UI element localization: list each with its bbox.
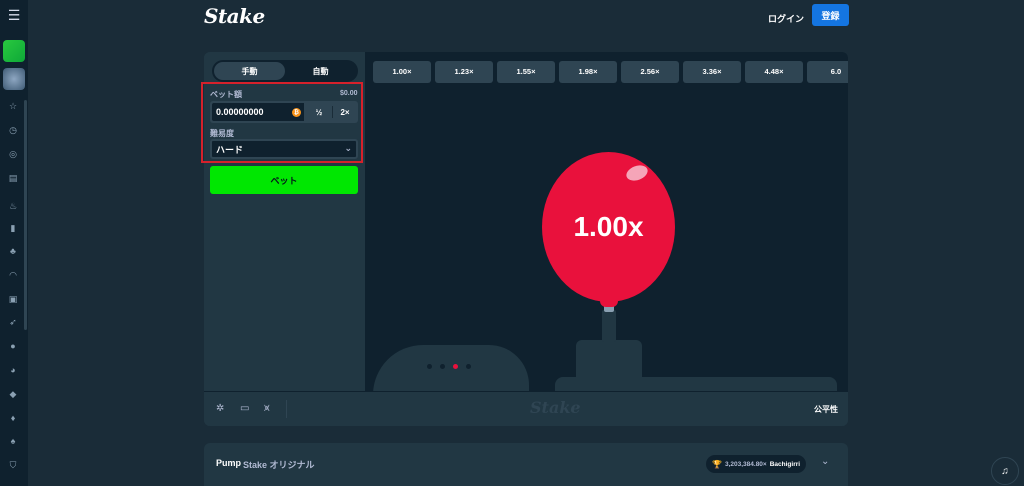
bet-amount-input[interactable] xyxy=(211,102,305,122)
sidebar-scrollbar[interactable] xyxy=(24,100,27,330)
history-icon[interactable]: ◷ xyxy=(5,122,21,138)
multiplier-chip: 1.98× xyxy=(559,61,617,83)
footer-divider xyxy=(286,400,287,418)
chevron-down-icon[interactable]: ⌄ xyxy=(821,456,829,467)
rocket-icon[interactable]: ➶ xyxy=(5,314,21,330)
multiplier-chip: 1.23× xyxy=(435,61,493,83)
multiplier-chip: 1.55× xyxy=(497,61,555,83)
game-footer: ✲ ▭ ⩙ Stake 公平性 xyxy=(204,391,848,426)
list-icon[interactable]: ▤ xyxy=(5,170,21,186)
promo-tile-green[interactable] xyxy=(3,40,25,62)
difficulty-select[interactable]: ハード ⌄ xyxy=(210,139,358,159)
record-user: Bachigirri xyxy=(769,460,801,468)
game-stage: 1.00× 1.23× 1.55× 1.98× 2.56× 3.36× 4.48× 6.0 1… xyxy=(365,52,848,391)
trophy-icon: 🏆 xyxy=(712,459,722,469)
football-icon[interactable]: ◆ xyxy=(5,386,21,402)
sidebar: ☰ ☆ ◷ ◎ ▤ ♨ ▮ ♣ ◠ ▣ ➶ ● ◕ ◆ ♦ ♠ ⛉ xyxy=(0,0,28,486)
fire-icon[interactable]: ♨ xyxy=(5,198,21,214)
dot-active xyxy=(453,364,458,369)
menu-icon[interactable]: ☰ xyxy=(0,0,28,30)
promo-tile-blue[interactable] xyxy=(3,68,25,90)
bookmark-icon[interactable]: ▮ xyxy=(5,220,21,236)
theatre-mode-icon[interactable]: ▭ xyxy=(240,403,249,414)
shield-icon[interactable]: ⛉ xyxy=(5,457,21,473)
difficulty-value: ハード xyxy=(216,144,244,155)
tab-auto[interactable]: 自動 xyxy=(285,62,356,80)
multiplier-chip: 3.36× xyxy=(683,61,741,83)
balloon: 1.00x xyxy=(542,152,675,302)
animation-dots xyxy=(427,364,471,369)
tab-manual[interactable]: 手動 xyxy=(214,62,285,80)
login-button[interactable]: ログイン xyxy=(762,8,810,29)
multiplier-chip: 6.0 xyxy=(807,61,848,83)
multiplier-chip: 4.48× xyxy=(745,61,803,83)
star-icon[interactable]: ☆ xyxy=(5,98,21,114)
mode-toggle: 手動 自動 xyxy=(212,60,358,82)
dot xyxy=(440,364,445,369)
support-headset-icon[interactable]: ♫ xyxy=(991,457,1019,485)
record-badge[interactable]: 🏆 3,203,384.80× Bachigirri xyxy=(706,455,807,473)
stats-icon[interactable]: ⩙ xyxy=(264,403,270,414)
chevron-down-icon: ⌄ xyxy=(344,143,352,153)
balloon-shine xyxy=(624,162,650,184)
footer-stake-logo: Stake xyxy=(530,398,581,417)
casino-chip-icon[interactable]: ◎ xyxy=(5,146,21,162)
headset-icon[interactable]: ◠ xyxy=(5,267,21,283)
bet-amount-group: ₿ ½ 2× xyxy=(210,101,358,123)
dot xyxy=(466,364,471,369)
game-subtitle: Stake オリジナル xyxy=(243,460,315,470)
basketball-icon[interactable]: ◕ xyxy=(5,362,21,378)
fairness-link[interactable]: 公平性 xyxy=(814,404,838,415)
pump-machine xyxy=(576,340,642,380)
pump-nozzle xyxy=(602,310,616,342)
double-button[interactable]: 2× xyxy=(333,102,357,122)
multiplier-row: 1.00× 1.23× 1.55× 1.98× 2.56× 3.36× 4.48× 6.0 xyxy=(373,61,848,83)
difficulty-label: 難易度 xyxy=(210,129,234,138)
flame-icon[interactable]: ♦ xyxy=(5,410,21,426)
dot xyxy=(427,364,432,369)
bet-amount-usd: $0.00 xyxy=(340,90,358,97)
half-button[interactable]: ½ xyxy=(307,102,331,122)
bet-button[interactable]: ベット xyxy=(210,166,358,194)
slots-icon[interactable]: ♠ xyxy=(5,433,21,449)
multiplier-chip: 1.00× xyxy=(373,61,431,83)
gift-icon[interactable]: ▣ xyxy=(5,291,21,307)
spades-icon[interactable]: ♣ xyxy=(5,243,21,259)
settings-icon[interactable]: ✲ xyxy=(216,403,224,414)
game-info-bar[interactable]: Pump Stake オリジナル 🏆 3,203,384.80× Bachigi… xyxy=(204,443,848,486)
record-value: 3,203,384.80× xyxy=(724,460,767,468)
bet-amount-label: ベット額 xyxy=(210,90,242,99)
game-title: Pump xyxy=(216,458,242,468)
globe-icon[interactable]: ● xyxy=(5,338,21,354)
balloon-multiplier: 1.00x xyxy=(573,211,644,242)
bitcoin-icon: ₿ xyxy=(292,108,301,117)
register-button[interactable]: 登録 xyxy=(812,4,849,26)
stake-logo[interactable]: Stake xyxy=(204,4,265,28)
multiplier-chip: 2.56× xyxy=(621,61,679,83)
